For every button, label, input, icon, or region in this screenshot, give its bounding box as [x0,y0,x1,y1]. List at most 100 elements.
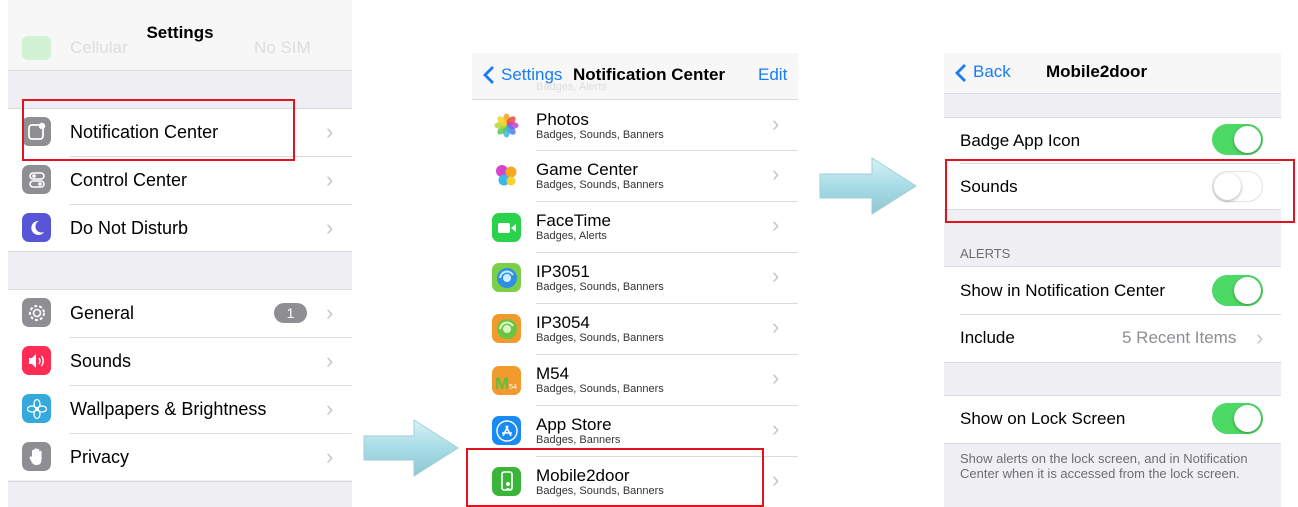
alerts-section-header: ALERTS [960,246,1011,261]
arrow-right-icon [819,157,917,215]
game-center-icon [492,161,521,190]
ip3054-icon [492,314,521,343]
sidebar-item-general[interactable]: General 1 › [8,290,352,337]
divider [944,443,1281,444]
sidebar-item-wallpapers[interactable]: Wallpapers & Brightness › [8,386,352,433]
app-alert-style: Badges, Sounds, Banners [536,383,664,395]
mobile2door-panel: Back Mobile2door Badge App Icon Sounds A… [944,53,1281,507]
back-button-label: Settings [501,65,563,84]
chevron-right-icon: › [1256,325,1264,350]
sidebar-item-label: Do Not Disturb [70,218,189,238]
highlight-box [945,159,1295,223]
app-row-ip3054[interactable]: IP3054 Badges, Sounds, Banners › [472,304,798,354]
chevron-right-icon: › [772,314,780,339]
facetime-icon [492,213,521,242]
chevron-right-icon: › [772,161,780,186]
page-title: Notification Center [573,65,726,84]
back-button-label: Back [973,62,1011,81]
include-value: 5 Recent Items [1122,328,1237,347]
app-alert-style: Badges, Sounds, Banners [536,281,664,293]
app-name: FaceTime [536,211,611,230]
show-in-nc-label: Show in Notification Center [960,281,1166,300]
sidebar-item-label: General [70,303,135,323]
m2d-nav-bar: Back Mobile2door [944,53,1281,93]
app-row-facetime[interactable]: FaceTime Badges, Alerts › [472,202,798,252]
divider [944,93,1281,94]
page-title: Settings [146,23,214,42]
sidebar-item-do-not-disturb[interactable]: Do Not Disturb › [8,205,352,252]
chevron-right-icon: › [326,215,334,240]
sidebar-item-control-center[interactable]: Control Center › [8,157,352,204]
settings-nav-bar: Cellular No SIM Settings [8,0,352,70]
app-name: App Store [536,415,612,434]
app-row-m54[interactable]: M 54 M54 Badges, Sounds, Banners › [472,355,798,405]
nc-nav-bar: Badges, Alerts Settings Notification Cen… [472,53,798,99]
sidebar-item-label: Wallpapers & Brightness [70,399,267,419]
notification-center-panel: Badges, Alerts Settings Notification Cen… [472,53,798,507]
toggle-knob [1234,277,1261,304]
app-row-ip3051[interactable]: IP3051 Badges, Sounds, Banners › [472,253,798,303]
chevron-right-icon: › [772,212,780,237]
chevron-right-icon: › [772,263,780,288]
photos-icon [492,111,521,140]
divider [8,70,352,71]
sidebar-item-privacy[interactable]: Privacy › [8,434,352,481]
divider [8,481,352,482]
app-alert-style: Badges, Sounds, Banners [536,129,664,141]
m54-icon: M 54 [492,366,521,395]
chevron-left-icon [955,64,966,82]
arrow-right-icon [363,419,459,477]
chevron-right-icon: › [772,416,780,441]
app-alert-style: Badges, Sounds, Banners [536,332,664,344]
toggle-knob [1234,405,1261,432]
edit-button[interactable]: Edit [758,65,787,85]
highlight-box [466,448,764,507]
chevron-right-icon: › [326,396,334,421]
moon-icon [22,213,51,242]
m2d-group-3: Show on Lock Screen [944,396,1281,443]
sidebar-item-label: Sounds [70,351,132,371]
app-name: IP3054 [536,313,590,332]
sidebar-item-sounds[interactable]: Sounds › [8,338,352,385]
page-title: Mobile2door [1046,62,1148,81]
settings-group-2: General 1 › Sounds › Wallpapers & Bright… [8,290,352,480]
show-lock-screen-toggle[interactable] [1212,403,1263,434]
chevron-right-icon: › [326,348,334,373]
toggle-knob [1234,126,1261,153]
badge-app-icon-label: Badge App Icon [960,131,1081,150]
divider [944,395,1281,396]
chevron-left-icon [483,66,494,84]
m54-icon-letter: M [495,374,510,393]
chevron-right-icon: › [772,365,780,390]
include-row[interactable]: Include 5 Recent Items › [944,315,1281,362]
app-name: Game Center [536,160,639,179]
divider [944,362,1281,363]
control-center-icon [22,165,51,194]
m54-icon-number: 54 [509,384,517,391]
app-store-icon [492,416,521,445]
sidebar-item-label: Privacy [70,447,130,467]
show-lock-screen-label: Show on Lock Screen [960,409,1126,428]
badge-app-icon-toggle[interactable] [1212,124,1263,155]
chevron-right-icon: › [772,111,780,136]
app-row-game-center[interactable]: Game Center Badges, Sounds, Banners › [472,151,798,201]
highlight-box [22,99,295,161]
chevron-right-icon: › [326,119,334,144]
app-name: IP3051 [536,262,590,281]
flower-icon [22,394,51,423]
app-alert-style: Badges, Sounds, Banners [536,179,664,191]
gear-icon [22,298,51,327]
chevron-right-icon: › [772,467,780,492]
update-count-badge: 1 [274,303,307,323]
speaker-icon [22,346,51,375]
chevron-right-icon: › [326,167,334,192]
app-row-photos[interactable]: Photos Badges, Sounds, Banners › [472,100,798,150]
show-in-nc-toggle[interactable] [1212,275,1263,306]
app-alert-style: Badges, Banners [536,434,621,446]
divider [944,117,1281,118]
app-name: M54 [536,364,570,383]
ip3051-icon [492,263,521,292]
app-alert-style: Badges, Alerts [536,230,607,242]
divider [8,251,352,252]
chevron-right-icon: › [326,444,334,469]
